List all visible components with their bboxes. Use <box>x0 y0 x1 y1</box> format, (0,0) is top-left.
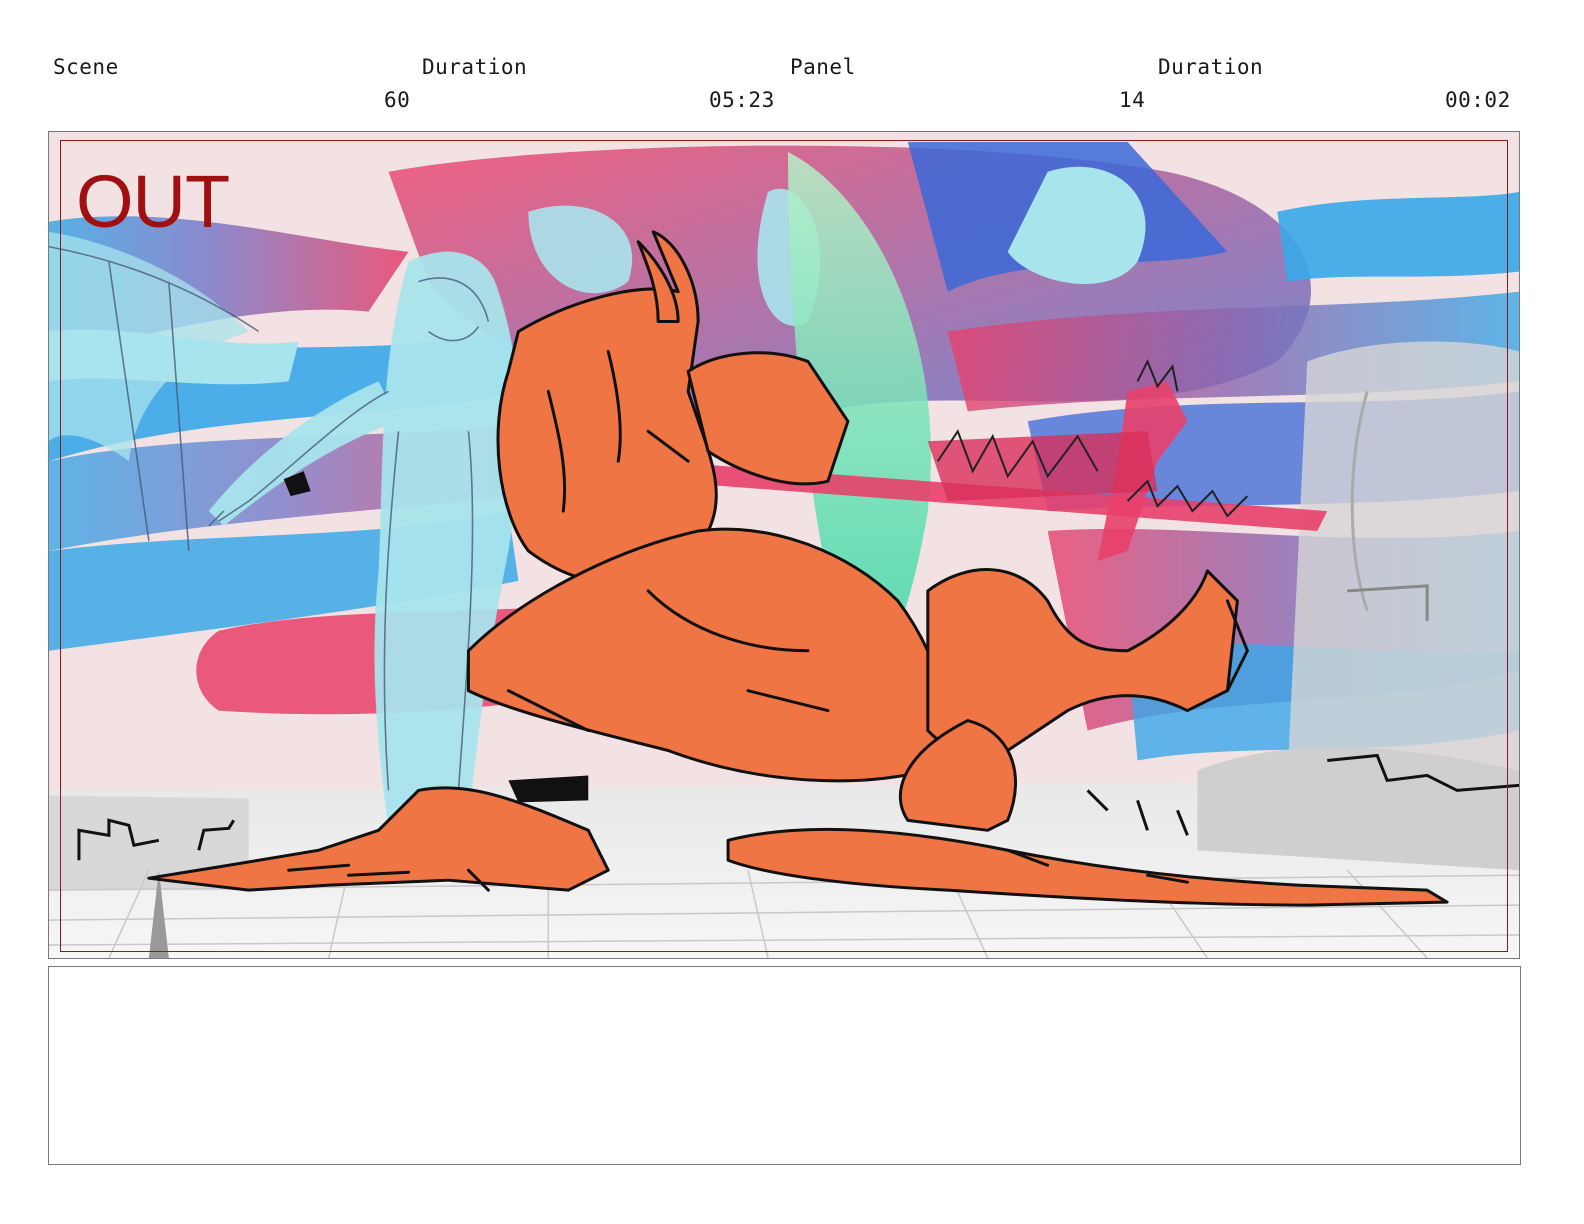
panel-duration-value: 00:02 <box>1445 88 1511 112</box>
notes-box[interactable] <box>48 966 1521 1165</box>
scene-label: Scene <box>53 55 119 79</box>
out-label: OUT <box>76 160 230 243</box>
storyboard-frame: OUT <box>48 131 1520 959</box>
panel-label: Panel <box>790 55 856 79</box>
scene-duration-value: 05:23 <box>709 88 775 112</box>
storyboard-drawing-icon <box>49 132 1519 958</box>
scene-duration-label: Duration <box>422 55 528 79</box>
panel-duration-label: Duration <box>1158 55 1264 79</box>
scene-number: 60 <box>384 88 411 112</box>
panel-number: 14 <box>1119 88 1146 112</box>
